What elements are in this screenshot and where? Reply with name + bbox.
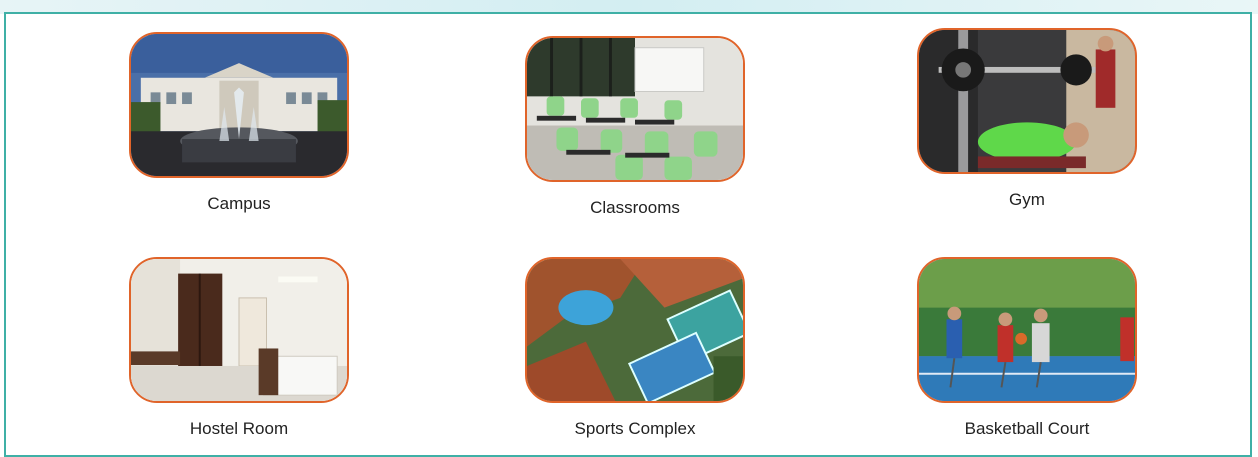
facility-card-gym[interactable]: Gym bbox=[912, 28, 1142, 210]
facility-label: Gym bbox=[1009, 190, 1045, 209]
facility-label: Classrooms bbox=[590, 198, 680, 217]
classrooms-image[interactable] bbox=[525, 36, 745, 182]
facility-label: Sports Complex bbox=[574, 419, 696, 438]
facility-card-sports-complex[interactable]: Sports Complex bbox=[520, 257, 750, 439]
facilities-panel: Campus Classrooms Gym Hostel Room Sports… bbox=[4, 12, 1252, 457]
facility-card-classrooms[interactable]: Classrooms bbox=[520, 36, 750, 218]
gym-image[interactable] bbox=[917, 28, 1137, 174]
basketball-court-image[interactable] bbox=[917, 257, 1137, 403]
campus-image[interactable] bbox=[129, 32, 349, 178]
facility-label: Hostel Room bbox=[189, 419, 289, 438]
facility-card-basketball-court[interactable]: Basketball Court bbox=[912, 257, 1142, 439]
facility-label: Campus bbox=[207, 194, 271, 213]
hostel-room-image[interactable] bbox=[129, 257, 349, 403]
facility-label: Basketball Court bbox=[964, 419, 1090, 438]
facility-card-hostel-room[interactable]: Hostel Room bbox=[124, 257, 354, 439]
sports-complex-image[interactable] bbox=[525, 257, 745, 403]
facility-card-campus[interactable]: Campus bbox=[124, 32, 354, 214]
